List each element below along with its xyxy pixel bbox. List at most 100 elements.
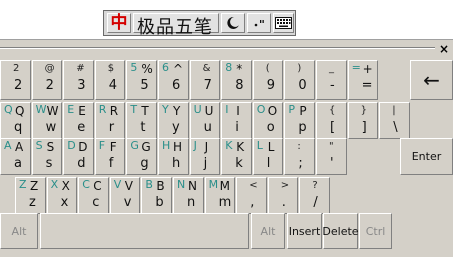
alt-right-key[interactable]: Alt [251, 213, 285, 249]
key-p[interactable]: PPp [284, 102, 315, 139]
key-;[interactable]: :; [284, 138, 315, 175]
key-4[interactable]: $4 [94, 60, 126, 100]
key-base-label: 3 [77, 78, 86, 93]
key-/[interactable]: ? / [299, 177, 330, 214]
key-shift-label: : [297, 141, 301, 152]
key-][interactable]: }] [347, 102, 379, 139]
key-l[interactable]: LLl [252, 138, 284, 175]
key-latin-label: O [256, 103, 266, 116]
key-base-label: l [266, 156, 271, 171]
key-e[interactable]: EEe [63, 102, 94, 139]
key-g[interactable]: GGg [126, 138, 157, 175]
half-moon-icon [222, 14, 244, 32]
key-b[interactable]: BBb [141, 177, 172, 214]
alt-left-key[interactable]: Alt [0, 213, 38, 249]
key-i[interactable]: IIi [221, 102, 252, 139]
key-,[interactable]: <, [236, 177, 267, 214]
key-=[interactable]: = + = [347, 60, 379, 100]
key-.[interactable]: >. [267, 177, 299, 214]
key-x[interactable]: XXx [46, 177, 78, 214]
key-0[interactable]: ) 0 [284, 60, 315, 100]
key-2[interactable]: 22 [0, 60, 31, 100]
key-z[interactable]: ZZz [15, 177, 46, 214]
key-base-label: 9 [266, 78, 276, 93]
key-a[interactable]: AAa [0, 138, 31, 175]
key-8[interactable]: 8 * 8 [221, 60, 252, 100]
key-q[interactable]: QQq [0, 102, 31, 139]
key-shift-label: I [236, 104, 240, 118]
ime-mode-toggle[interactable]: 中 [107, 13, 131, 33]
close-icon[interactable]: × [437, 42, 451, 56]
key-6[interactable]: 6 ^ 6 [158, 60, 189, 100]
key-shift-label: M [219, 179, 230, 193]
key-shift-label: Z [30, 179, 39, 193]
key-base-label: s [45, 156, 53, 171]
key-shift-label: L [267, 140, 275, 154]
key-5[interactable]: 5% 5 [126, 60, 157, 100]
space-key[interactable] [40, 213, 249, 249]
key-\[interactable]: | \ [379, 102, 410, 139]
key-k[interactable]: KKk [221, 138, 252, 175]
key-u[interactable]: UUu [189, 102, 221, 139]
key-base-label: b [155, 195, 164, 210]
key-r[interactable]: RRr [94, 102, 126, 139]
key-base-label: 2 [45, 78, 54, 93]
ime-name-button[interactable]: 极品五笔 [133, 13, 219, 38]
key-base-label: 5 [140, 78, 149, 93]
key-v[interactable]: VVv [109, 177, 141, 214]
key-7[interactable]: & 7 [189, 60, 221, 100]
key-f[interactable]: FFf [94, 138, 126, 175]
key-j[interactable]: JJj [189, 138, 221, 175]
key-n[interactable]: NNn [173, 177, 204, 214]
key-w[interactable]: WWw [31, 102, 63, 139]
key-s[interactable]: SSs [31, 138, 63, 175]
keyboard-titlebar[interactable]: × [0, 40, 453, 57]
key-base-label: h [172, 156, 181, 171]
delete-key-label: Delete [322, 224, 359, 238]
key-latin-label: W [35, 103, 47, 116]
ctrl-key[interactable]: Ctrl [359, 213, 392, 249]
key-3[interactable]: #3 [63, 60, 94, 100]
key-shift-label: W [46, 104, 59, 118]
soft-keyboard-toggle[interactable] [273, 13, 294, 33]
key-base-label: u [203, 120, 212, 135]
half-width-toggle[interactable] [221, 13, 245, 33]
key-shift-label: ( [265, 63, 270, 74]
insert-key[interactable]: Insert [287, 213, 322, 249]
key-latin-label: G [130, 139, 139, 152]
key-latin-label: 8 [225, 61, 233, 74]
key-9[interactable]: (9 [252, 60, 284, 100]
key-shift-label: Q [15, 104, 25, 118]
key-latin-label: B [145, 178, 153, 191]
key-base-label: ; [298, 156, 303, 171]
key-2[interactable]: @2 [31, 60, 63, 100]
key-d[interactable]: DDd [63, 138, 94, 175]
key-m[interactable]: MMm [204, 177, 236, 214]
enter-key[interactable]: Enter [400, 138, 453, 175]
key--[interactable]: _ - [316, 60, 347, 100]
key-base-label: f [108, 156, 114, 171]
key-'[interactable]: " ' [316, 138, 347, 175]
key-latin-label: Q [4, 103, 13, 116]
key-h[interactable]: HHh [158, 138, 189, 175]
key-base-label: e [77, 120, 86, 135]
key-t[interactable]: TTt [126, 102, 157, 139]
backspace-key[interactable]: ← [410, 60, 453, 100]
key-y[interactable]: YYy [158, 102, 189, 139]
key-o[interactable]: OOo [252, 102, 284, 139]
punctuation-icon [248, 14, 270, 32]
key-shift-label: D [78, 140, 88, 154]
key-shift-label: ? [312, 180, 318, 191]
key-base-label: . [281, 195, 286, 210]
key-base-label: 2 [14, 78, 23, 93]
punctuation-toggle[interactable] [247, 13, 271, 33]
key-shift-label: & [202, 63, 211, 74]
key-base-label: , [250, 195, 255, 210]
key-[[interactable]: {[ [316, 102, 347, 139]
key-c[interactable]: CCc [78, 177, 109, 214]
key-latin-label: T [130, 103, 138, 116]
delete-key[interactable]: Delete [322, 213, 359, 249]
key-base-label: c [92, 195, 100, 210]
key-shift-label: C [93, 179, 102, 193]
key-latin-label: 6 [162, 61, 169, 74]
